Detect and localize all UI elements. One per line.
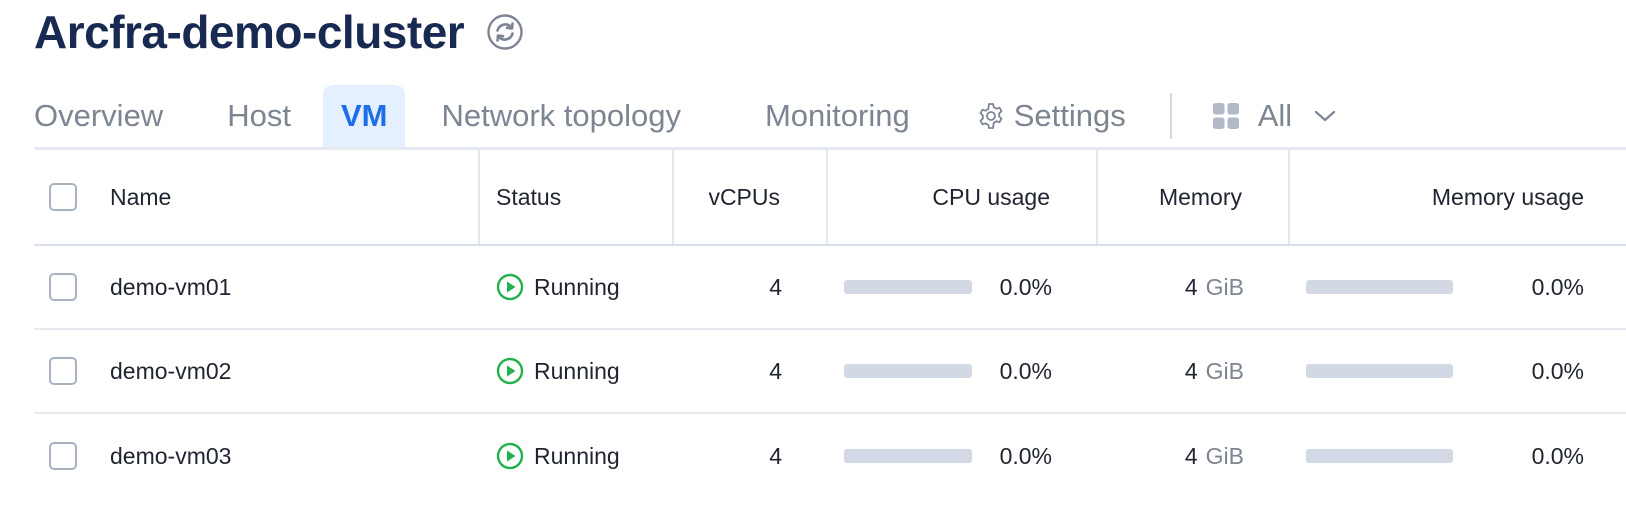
memory-value: 4	[1184, 442, 1198, 469]
memory-usage-cell: 0.0%	[1290, 414, 1626, 498]
cpu-usage-value: 0.0%	[999, 442, 1052, 469]
column-header-memory-usage[interactable]: Memory usage	[1290, 150, 1626, 244]
tab-bar: Overview Host VM Network topology Monito…	[34, 85, 1626, 147]
view-filter-value: All	[1257, 98, 1293, 133]
memory-usage-bar	[1306, 280, 1453, 294]
column-header-status[interactable]: Status	[480, 150, 674, 244]
table-row[interactable]: demo-vm02 Running 4 0.0% 4 GiB 0.0%	[34, 330, 1626, 414]
running-icon	[496, 273, 524, 301]
column-header-cpu-usage[interactable]: CPU usage	[828, 150, 1098, 244]
vm-name[interactable]: demo-vm02	[98, 330, 480, 412]
page-title: Arcfra-demo-cluster	[34, 6, 465, 58]
table-row[interactable]: demo-vm01 Running 4 0.0% 4 GiB 0.0%	[34, 246, 1626, 330]
memory-usage-value: 0.0%	[1531, 442, 1584, 469]
column-header-vcpus[interactable]: vCPUs	[674, 150, 828, 244]
vm-list-page: Arcfra-demo-cluster Overview Host VM Net…	[0, 0, 1626, 514]
running-icon	[496, 357, 524, 385]
row-checkbox[interactable]	[49, 273, 77, 301]
cpu-usage-cell: 0.0%	[828, 246, 1098, 328]
memory-cell: 4 GiB	[1098, 330, 1290, 412]
grid-icon	[1212, 102, 1240, 130]
vm-name[interactable]: demo-vm03	[98, 414, 480, 498]
select-all-checkbox[interactable]	[49, 183, 77, 211]
tab-label: VM	[340, 98, 388, 133]
cpu-usage-cell: 0.0%	[828, 330, 1098, 412]
table-header: Name Status vCPUs CPU usage Memory Memor…	[34, 150, 1626, 246]
vm-name[interactable]: demo-vm01	[98, 246, 480, 328]
chevron-down-icon	[1314, 109, 1336, 123]
cpu-usage-value: 0.0%	[999, 273, 1052, 300]
tab-label: Monitoring	[764, 98, 910, 133]
status-text: Running	[534, 442, 620, 469]
cpu-usage-cell: 0.0%	[828, 414, 1098, 498]
tab-label: Host	[227, 98, 291, 133]
title-row: Arcfra-demo-cluster	[34, 4, 524, 60]
select-all-cell	[34, 150, 98, 244]
tab-divider	[1169, 93, 1172, 139]
column-header-name[interactable]: Name	[98, 150, 480, 244]
tab-host[interactable]: Host	[209, 85, 309, 147]
vcpu-count: 4	[769, 273, 782, 300]
memory-unit: GiB	[1205, 442, 1244, 469]
cpu-usage-value: 0.0%	[999, 357, 1052, 384]
view-filter-dropdown[interactable]: All	[1196, 85, 1336, 147]
memory-cell: 4 GiB	[1098, 414, 1290, 498]
column-header-memory[interactable]: Memory	[1098, 150, 1290, 244]
gear-icon	[976, 101, 1006, 131]
memory-usage-cell: 0.0%	[1290, 246, 1626, 328]
running-icon	[496, 442, 524, 470]
cpu-usage-bar	[844, 364, 972, 378]
status-cell: Running	[480, 414, 674, 498]
row-checkbox[interactable]	[49, 357, 77, 385]
cpu-usage-bar	[844, 449, 972, 463]
refresh-icon[interactable]	[486, 13, 524, 51]
tab-settings[interactable]: Settings	[958, 85, 1144, 147]
tab-vm[interactable]: VM	[322, 85, 406, 147]
tab-network-topology[interactable]: Network topology	[405, 85, 699, 147]
vcpu-count: 4	[769, 442, 782, 469]
row-select-cell	[34, 246, 98, 328]
vcpu-count: 4	[769, 357, 782, 384]
tab-overview[interactable]: Overview	[34, 85, 181, 147]
tab-label: Overview	[34, 98, 164, 133]
memory-usage-value: 0.0%	[1531, 273, 1584, 300]
cpu-usage-bar	[844, 280, 972, 294]
memory-usage-value: 0.0%	[1531, 357, 1584, 384]
memory-value: 4	[1184, 357, 1198, 384]
memory-usage-bar	[1306, 449, 1453, 463]
row-select-cell	[34, 414, 98, 498]
status-text: Running	[534, 357, 620, 384]
memory-usage-bar	[1306, 364, 1453, 378]
row-select-cell	[34, 330, 98, 412]
memory-usage-cell: 0.0%	[1290, 330, 1626, 412]
memory-value: 4	[1184, 273, 1198, 300]
status-cell: Running	[480, 246, 674, 328]
table-row[interactable]: demo-vm03 Running 4 0.0% 4 GiB 0.0%	[34, 414, 1626, 498]
tab-label: Settings	[1013, 98, 1126, 133]
memory-unit: GiB	[1205, 273, 1244, 300]
tab-label: Network topology	[441, 98, 681, 133]
row-checkbox[interactable]	[49, 442, 77, 470]
memory-cell: 4 GiB	[1098, 246, 1290, 328]
vm-table: Name Status vCPUs CPU usage Memory Memor…	[34, 150, 1626, 498]
status-text: Running	[534, 273, 620, 300]
memory-unit: GiB	[1205, 357, 1244, 384]
tab-monitoring[interactable]: Monitoring	[747, 85, 928, 147]
status-cell: Running	[480, 330, 674, 412]
